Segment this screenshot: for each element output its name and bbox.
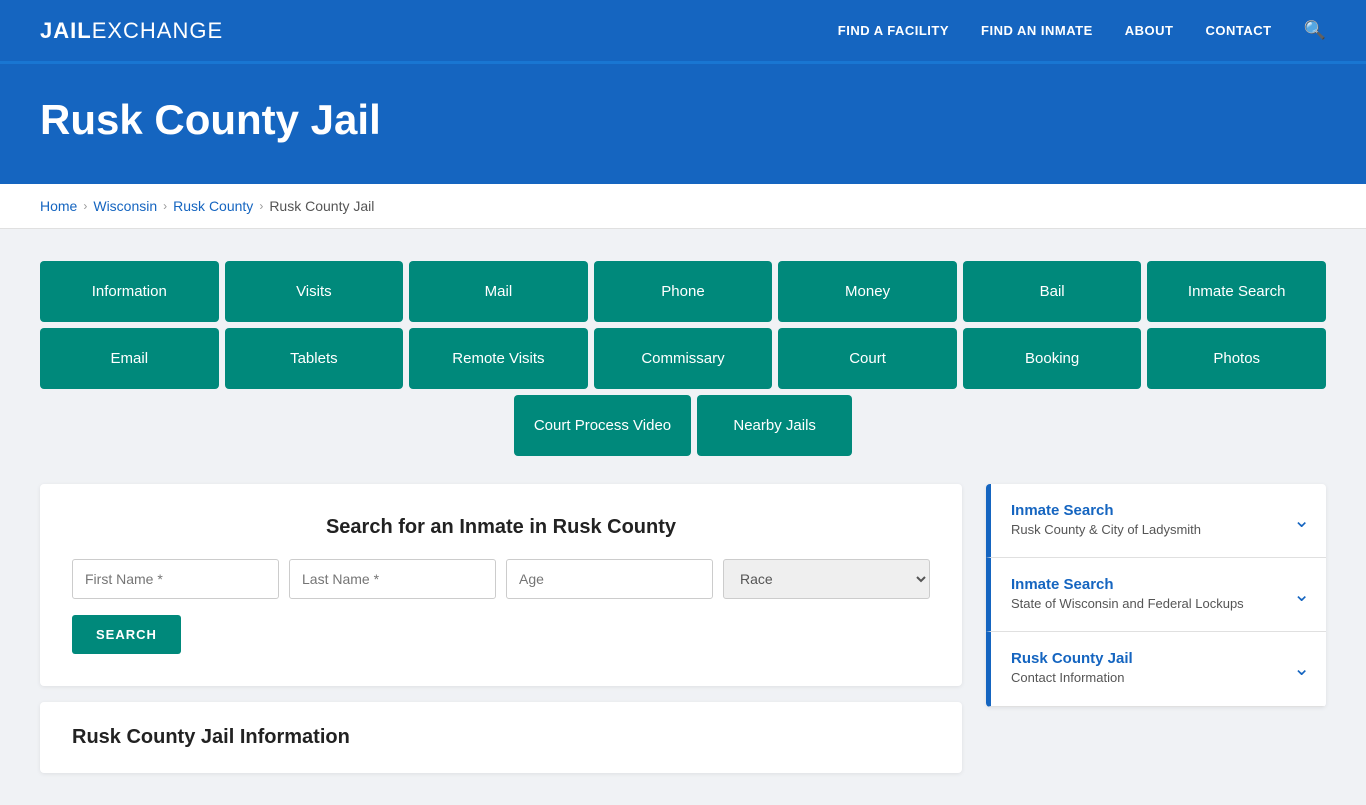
sidebar-item-title-3: Rusk County Jail — [1011, 650, 1133, 667]
chevron-down-icon-1: ⌄ — [1293, 508, 1310, 533]
btn-booking[interactable]: Booking — [963, 328, 1142, 389]
info-section: Rusk County Jail Information — [40, 702, 962, 773]
hero-section: Rusk County Jail — [0, 64, 1366, 184]
left-column: Search for an Inmate in Rusk County Race… — [40, 484, 962, 773]
find-facility-link[interactable]: FIND A FACILITY — [838, 23, 949, 38]
inmate-search-box: Search for an Inmate in Rusk County Race… — [40, 484, 962, 686]
info-title: Rusk County Jail Information — [72, 726, 930, 749]
chevron-down-icon-2: ⌄ — [1293, 582, 1310, 607]
main-content: Information Visits Mail Phone Money Bail… — [0, 229, 1366, 805]
search-fields: Race White Black Hispanic Asian Other — [72, 559, 930, 599]
search-title: Search for an Inmate in Rusk County — [72, 516, 930, 539]
sidebar-item-title-2: Inmate Search — [1011, 576, 1244, 593]
btn-visits[interactable]: Visits — [225, 261, 404, 322]
btn-photos[interactable]: Photos — [1147, 328, 1326, 389]
sidebar-item-title-1: Inmate Search — [1011, 502, 1201, 519]
btn-phone[interactable]: Phone — [594, 261, 773, 322]
btn-court[interactable]: Court — [778, 328, 957, 389]
btn-information[interactable]: Information — [40, 261, 219, 322]
lower-section: Search for an Inmate in Rusk County Race… — [40, 484, 1326, 773]
breadcrumb-wisconsin[interactable]: Wisconsin — [93, 198, 157, 214]
navbar: JAILEXCHANGE FIND A FACILITY FIND AN INM… — [0, 0, 1366, 64]
race-select[interactable]: Race White Black Hispanic Asian Other — [723, 559, 930, 599]
first-name-input[interactable] — [72, 559, 279, 599]
btn-mail[interactable]: Mail — [409, 261, 588, 322]
btn-email[interactable]: Email — [40, 328, 219, 389]
breadcrumb-current: Rusk County Jail — [269, 198, 374, 214]
btn-nearby-jails[interactable]: Nearby Jails — [697, 395, 852, 456]
logo-exchange-text: EXCHANGE — [92, 18, 223, 43]
breadcrumb-sep-1: › — [83, 199, 87, 213]
sidebar-contact-info[interactable]: Rusk County Jail Contact Information ⌄ — [986, 632, 1326, 706]
page-title: Rusk County Jail — [40, 96, 1326, 144]
btn-court-process-video[interactable]: Court Process Video — [514, 395, 691, 456]
breadcrumb-home[interactable]: Home — [40, 198, 77, 214]
site-logo[interactable]: JAILEXCHANGE — [40, 18, 223, 44]
button-grid-row1: Information Visits Mail Phone Money Bail… — [40, 261, 1326, 322]
sidebar-item-subtitle-1: Rusk County & City of Ladysmith — [1011, 521, 1201, 539]
search-button[interactable]: SEARCH — [72, 615, 181, 654]
sidebar-item-subtitle-3: Contact Information — [1011, 669, 1133, 687]
chevron-down-icon-3: ⌄ — [1293, 656, 1310, 681]
navbar-links: FIND A FACILITY FIND AN INMATE ABOUT CON… — [838, 20, 1326, 41]
age-input[interactable] — [506, 559, 713, 599]
about-link[interactable]: ABOUT — [1125, 23, 1174, 38]
breadcrumb-sep-2: › — [163, 199, 167, 213]
btn-remote-visits[interactable]: Remote Visits — [409, 328, 588, 389]
button-grid-row2: Email Tablets Remote Visits Commissary C… — [40, 328, 1326, 389]
btn-tablets[interactable]: Tablets — [225, 328, 404, 389]
btn-bail[interactable]: Bail — [963, 261, 1142, 322]
last-name-input[interactable] — [289, 559, 496, 599]
sidebar: Inmate Search Rusk County & City of Lady… — [986, 484, 1326, 707]
sidebar-inmate-search-wisconsin[interactable]: Inmate Search State of Wisconsin and Fed… — [986, 558, 1326, 632]
breadcrumb: Home › Wisconsin › Rusk County › Rusk Co… — [0, 184, 1366, 229]
button-grid-row3: Court Process Video Nearby Jails — [40, 395, 1326, 456]
find-inmate-link[interactable]: FIND AN INMATE — [981, 23, 1093, 38]
sidebar-inmate-search-rusk[interactable]: Inmate Search Rusk County & City of Lady… — [986, 484, 1326, 558]
breadcrumb-rusk-county[interactable]: Rusk County — [173, 198, 253, 214]
logo-jail-text: JAIL — [40, 18, 92, 43]
breadcrumb-sep-3: › — [259, 199, 263, 213]
btn-inmate-search[interactable]: Inmate Search — [1147, 261, 1326, 322]
contact-link[interactable]: CONTACT — [1205, 23, 1271, 38]
search-icon[interactable]: 🔍 — [1304, 20, 1326, 41]
sidebar-item-subtitle-2: State of Wisconsin and Federal Lockups — [1011, 595, 1244, 613]
btn-commissary[interactable]: Commissary — [594, 328, 773, 389]
btn-money[interactable]: Money — [778, 261, 957, 322]
